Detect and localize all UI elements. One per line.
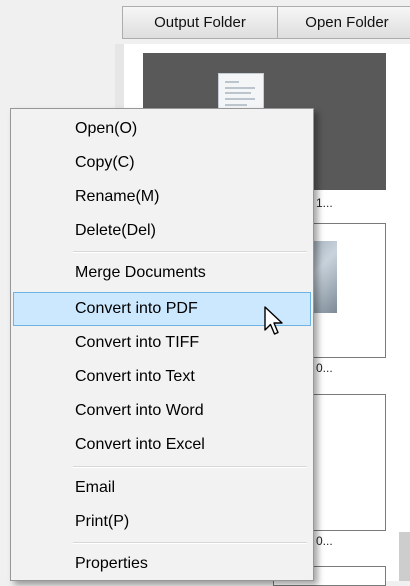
menu-item-label: Convert into TIFF (75, 334, 200, 351)
menu-item-convert-text[interactable]: Convert into Text (13, 360, 311, 394)
thumbnail-caption: 1... (316, 196, 333, 210)
menu-item-label: Print(P) (75, 513, 130, 530)
menu-item-label: Convert into Text (75, 368, 195, 385)
open-folder-button[interactable]: Open Folder (277, 6, 410, 39)
menu-item-email[interactable]: Email (13, 471, 311, 505)
thumbnail-caption: 0... (316, 361, 333, 375)
menu-item-convert-word[interactable]: Convert into Word (13, 394, 311, 428)
menu-item-label: Convert into PDF (75, 300, 198, 317)
mouse-pointer-icon (264, 306, 283, 335)
menu-item-label: Delete(Del) (75, 222, 156, 239)
menu-item-label: Open(O) (75, 120, 138, 137)
menu-item-print[interactable]: Print(P) (13, 505, 311, 539)
scrollbar-thumb[interactable] (399, 532, 410, 581)
menu-item-label: Email (75, 479, 116, 496)
menu-item-open[interactable]: Open(O) (13, 112, 311, 146)
menu-item-label: Copy(C) (75, 154, 135, 171)
menu-item-label: Merge Documents (75, 264, 206, 281)
toolbar: Output Folder Open Folder (115, 0, 410, 44)
menu-separator (73, 466, 307, 468)
menu-item-merge-documents[interactable]: Merge Documents (13, 256, 311, 290)
menu-item-delete[interactable]: Delete(Del) (13, 214, 311, 248)
menu-item-label: Convert into Word (75, 402, 204, 419)
menu-item-copy[interactable]: Copy(C) (13, 146, 311, 180)
menu-item-label: Properties (75, 555, 148, 572)
menu-separator (73, 542, 307, 544)
menu-item-label: Convert into Excel (75, 436, 205, 453)
menu-item-label: Rename(M) (75, 188, 160, 205)
context-menu: Open(O) Copy(C) Rename(M) Delete(Del) Me… (10, 108, 314, 581)
menu-separator (73, 251, 307, 253)
output-folder-button[interactable]: Output Folder (122, 6, 278, 39)
menu-item-convert-excel[interactable]: Convert into Excel (13, 428, 311, 462)
menu-item-properties[interactable]: Properties (13, 547, 311, 581)
thumbnail-caption: 0... (316, 534, 333, 548)
menu-item-rename[interactable]: Rename(M) (13, 180, 311, 214)
